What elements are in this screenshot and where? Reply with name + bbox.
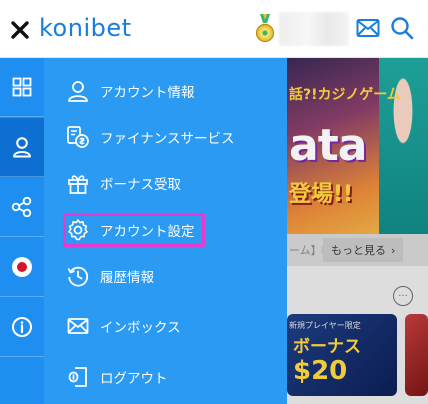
rail-item-info[interactable] bbox=[0, 298, 44, 357]
rail-item-grid[interactable] bbox=[0, 58, 44, 117]
info-icon bbox=[12, 317, 32, 337]
user-icon bbox=[13, 137, 31, 158]
gear-icon bbox=[68, 219, 88, 241]
app-header: konibet bbox=[0, 0, 428, 58]
banner-headline: ata bbox=[289, 120, 367, 171]
japan-flag-icon bbox=[12, 257, 32, 277]
account-menu-panel: アカウント情報 ファイナンスサービス ボーナス受取 アカウント設定 履歴情報 イ… bbox=[44, 58, 287, 404]
promo-banner[interactable]: 話?!カジノゲーム ata 登場!! bbox=[287, 58, 428, 234]
icon-rail bbox=[0, 58, 44, 404]
menu-item-history[interactable]: 履歴情報 bbox=[66, 261, 154, 291]
menu-label: アカウント設定 bbox=[100, 224, 195, 240]
finance-icon bbox=[67, 126, 89, 148]
category-tabbar: ーム】F もっと見る › bbox=[287, 234, 428, 266]
game-card-bonus[interactable]: 新規プレイヤー限定 ボーナス $20 bbox=[287, 314, 397, 396]
mail-icon[interactable] bbox=[356, 17, 380, 39]
mail-icon bbox=[67, 318, 89, 334]
share-icon bbox=[11, 197, 32, 217]
see-more-label: もっと見る bbox=[331, 244, 386, 257]
history-icon bbox=[67, 266, 89, 287]
menu-item-logout[interactable]: ログアウト bbox=[66, 362, 168, 392]
logout-icon bbox=[68, 367, 87, 387]
gift-icon bbox=[68, 175, 88, 194]
search-icon[interactable] bbox=[390, 16, 414, 40]
konibet-logo[interactable]: konibet bbox=[39, 14, 132, 42]
more-options-icon[interactable]: ··· bbox=[393, 286, 413, 306]
background-page: 話?!カジノゲーム ata 登場!! ーム】F もっと見る › ··· 新規プレ… bbox=[287, 58, 428, 404]
menu-label: ボーナス受取 bbox=[100, 177, 181, 193]
card-amount: $20 bbox=[293, 356, 348, 386]
user-icon bbox=[68, 81, 88, 102]
rail-item-language[interactable] bbox=[0, 238, 44, 297]
menu-item-finance[interactable]: ファイナンスサービス bbox=[66, 122, 234, 152]
banner-text: 話?!カジノゲーム bbox=[289, 87, 401, 103]
menu-item-inbox[interactable]: インボックス bbox=[66, 311, 181, 341]
see-more-link[interactable]: もっと見る › bbox=[323, 238, 404, 262]
menu-label: ファイナンスサービス bbox=[100, 131, 235, 147]
menu-item-account-settings[interactable]: アカウント設定 bbox=[66, 215, 195, 245]
grid-icon bbox=[12, 77, 32, 97]
game-card-next[interactable] bbox=[405, 314, 428, 396]
menu-item-bonus[interactable]: ボーナス受取 bbox=[66, 168, 181, 198]
banner-subtext: 登場!! bbox=[289, 182, 354, 207]
chevron-right-icon: › bbox=[391, 243, 396, 257]
rail-item-account[interactable] bbox=[0, 118, 44, 177]
menu-label: インボックス bbox=[100, 320, 181, 336]
card-title: ボーナス bbox=[293, 337, 361, 357]
menu-label: アカウント情報 bbox=[100, 85, 195, 101]
card-caption: 新規プレイヤー限定 bbox=[289, 321, 361, 330]
rail-item-share[interactable] bbox=[0, 178, 44, 237]
medal-icon bbox=[255, 14, 275, 43]
menu-label: ログアウト bbox=[100, 371, 168, 387]
close-icon[interactable] bbox=[10, 20, 30, 40]
username-blurred bbox=[279, 12, 349, 46]
menu-label: 履歴情報 bbox=[100, 270, 154, 286]
menu-item-account-info[interactable]: アカウント情報 bbox=[66, 76, 195, 106]
